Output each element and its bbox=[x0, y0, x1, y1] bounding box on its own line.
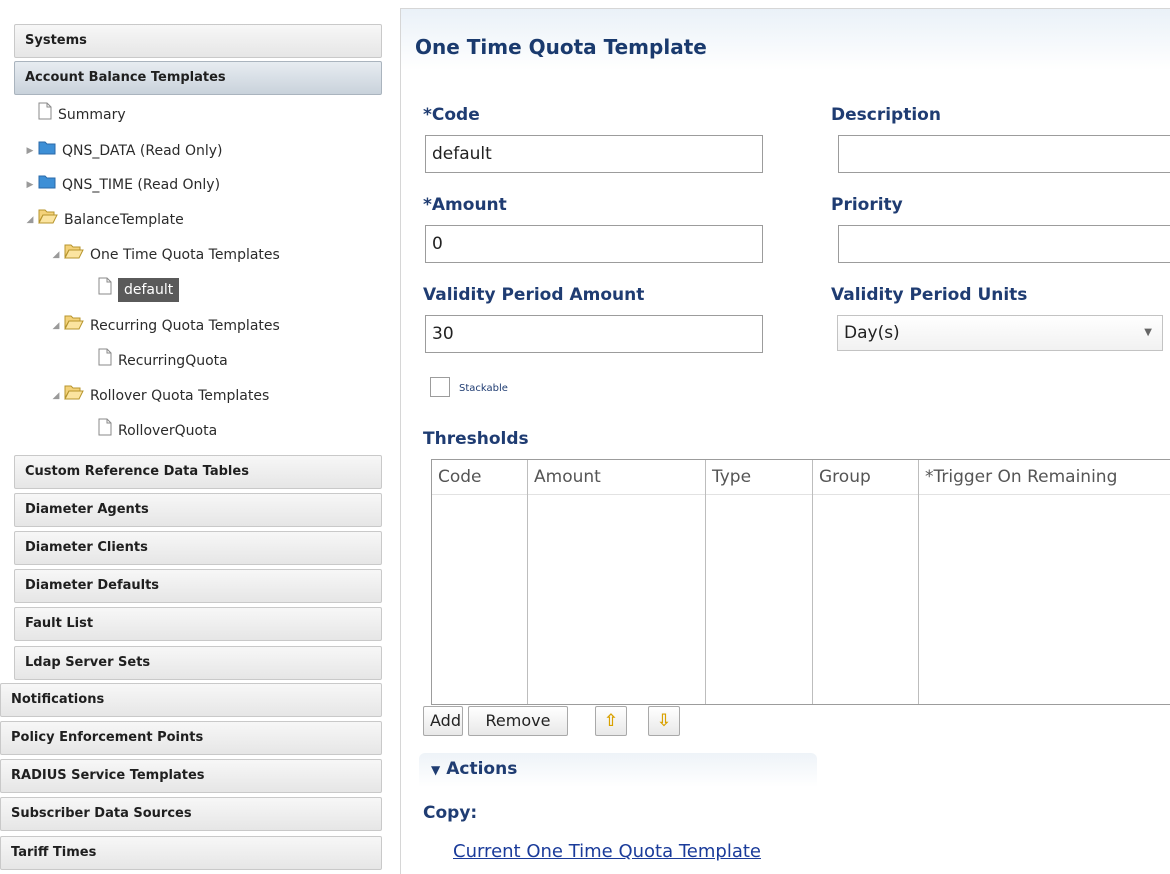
actions-title-text: Actions bbox=[446, 759, 518, 779]
column-header-type[interactable]: Type bbox=[706, 460, 812, 495]
tree-item-label: Summary bbox=[58, 107, 126, 123]
nav-section-ldap-server-sets[interactable]: Ldap Server Sets bbox=[14, 646, 382, 680]
page-title: One Time Quota Template bbox=[415, 35, 707, 59]
add-button[interactable]: Add bbox=[423, 706, 463, 736]
nav-section-fault-list[interactable]: Fault List bbox=[14, 607, 382, 641]
tree-item-label: RecurringQuota bbox=[118, 353, 228, 369]
nav-section-diameter-defaults[interactable]: Diameter Defaults bbox=[14, 569, 382, 603]
expand-arrow-icon[interactable]: ▶ bbox=[24, 138, 36, 164]
nav-section-custom-reference-data-tables[interactable]: Custom Reference Data Tables bbox=[14, 455, 382, 489]
arrow-up-icon: ⇧ bbox=[603, 711, 619, 731]
tree-item-label: QNS_DATA (Read Only) bbox=[62, 143, 223, 159]
validity-period-amount-label: Validity Period Amount bbox=[423, 285, 645, 305]
tree-item-label: RolloverQuota bbox=[118, 423, 218, 439]
code-input[interactable] bbox=[425, 135, 763, 173]
chevron-down-icon[interactable]: ▼ bbox=[1144, 316, 1152, 350]
nav-section-policy-enforcement-points[interactable]: Policy Enforcement Points bbox=[0, 721, 382, 755]
expand-arrow-icon[interactable]: ▶ bbox=[24, 172, 36, 198]
nav-section-notifications[interactable]: Notifications bbox=[0, 683, 382, 717]
tree-item-qns-time[interactable]: ▶ QNS_TIME (Read Only) bbox=[24, 172, 220, 198]
amount-input[interactable] bbox=[425, 225, 763, 263]
grid-column-trigger-on-remaining: *Trigger On Remaining bbox=[919, 460, 1170, 704]
nav-section-diameter-agents[interactable]: Diameter Agents bbox=[14, 493, 382, 527]
grid-column-type: Type bbox=[706, 460, 813, 704]
folder-icon bbox=[38, 172, 56, 198]
tree-item-qns-data[interactable]: ▶ QNS_DATA (Read Only) bbox=[24, 138, 223, 164]
tree-item-rollover-quota-templates[interactable]: ◢ Rollover Quota Templates bbox=[50, 383, 269, 409]
column-header-amount[interactable]: Amount bbox=[528, 460, 705, 495]
tree-item-recurring-quota[interactable]: RecurringQuota bbox=[84, 348, 228, 374]
nav-section-radius-service-templates[interactable]: RADIUS Service Templates bbox=[0, 759, 382, 793]
tree-item-one-time-quota-templates[interactable]: ◢ One Time Quota Templates bbox=[50, 242, 280, 268]
document-icon bbox=[98, 418, 112, 445]
column-header-group[interactable]: Group bbox=[813, 460, 918, 495]
stackable-label: Stackable bbox=[459, 383, 508, 394]
thresholds-label: Thresholds bbox=[423, 429, 529, 449]
title-bar: One Time Quota Template bbox=[401, 9, 1170, 71]
move-down-button[interactable]: ⇩ bbox=[648, 706, 680, 736]
folder-icon bbox=[38, 138, 56, 164]
copy-label: Copy: bbox=[423, 803, 478, 823]
nav-section-subscriber-data-sources[interactable]: Subscriber Data Sources bbox=[0, 797, 382, 831]
document-icon bbox=[98, 348, 112, 375]
nav-section-tariff-times[interactable]: Tariff Times bbox=[0, 836, 382, 870]
code-label: *Code bbox=[423, 105, 480, 125]
select-value: Day(s) bbox=[844, 323, 900, 343]
column-header-code[interactable]: Code bbox=[432, 460, 527, 495]
tree-item-label: BalanceTemplate bbox=[64, 212, 184, 228]
move-up-button[interactable]: ⇧ bbox=[595, 706, 627, 736]
tree-item-recurring-quota-templates[interactable]: ◢ Recurring Quota Templates bbox=[50, 313, 280, 339]
collapse-arrow-icon[interactable]: ◢ bbox=[50, 242, 62, 268]
column-header-trigger-on-remaining[interactable]: *Trigger On Remaining bbox=[919, 460, 1170, 495]
tree-item-label-selected: default bbox=[118, 278, 180, 302]
actions-panel-header[interactable]: ▼ Actions bbox=[419, 753, 817, 787]
description-label: Description bbox=[831, 105, 941, 125]
remove-button[interactable]: Remove bbox=[468, 706, 568, 736]
validity-period-amount-input[interactable] bbox=[425, 315, 763, 353]
open-folder-icon bbox=[64, 313, 84, 339]
open-folder-icon bbox=[64, 242, 84, 268]
tree-item-balance-template[interactable]: ◢ BalanceTemplate bbox=[24, 207, 184, 233]
amount-label: *Amount bbox=[423, 195, 507, 215]
tree-item-label: QNS_TIME (Read Only) bbox=[62, 177, 221, 193]
nav-section-diameter-clients[interactable]: Diameter Clients bbox=[14, 531, 382, 565]
validity-period-units-select[interactable]: Day(s) ▼ bbox=[837, 315, 1163, 351]
nav-section-systems[interactable]: Systems bbox=[14, 24, 382, 58]
grid-column-group: Group bbox=[813, 460, 919, 704]
copy-current-template-link[interactable]: Current One Time Quota Template bbox=[453, 841, 761, 862]
collapse-arrow-icon[interactable]: ◢ bbox=[50, 383, 62, 409]
document-icon bbox=[98, 277, 112, 304]
tree-item-label: Rollover Quota Templates bbox=[90, 388, 270, 404]
priority-input[interactable] bbox=[838, 225, 1170, 263]
tree-item-summary[interactable]: Summary bbox=[24, 102, 126, 128]
collapse-arrow-icon[interactable]: ◢ bbox=[24, 207, 36, 233]
nav-section-account-balance-templates[interactable]: Account Balance Templates bbox=[14, 61, 382, 95]
validity-period-units-label: Validity Period Units bbox=[831, 285, 1028, 305]
grid-column-code: Code bbox=[432, 460, 528, 704]
left-navigation: Systems Account Balance Templates Summar… bbox=[0, 0, 390, 873]
tree-item-label: Recurring Quota Templates bbox=[90, 318, 280, 334]
description-input[interactable] bbox=[838, 135, 1170, 173]
collapse-arrow-icon[interactable]: ◢ bbox=[50, 313, 62, 339]
priority-label: Priority bbox=[831, 195, 903, 215]
detail-pane: One Time Quota Template *Code Descriptio… bbox=[400, 8, 1170, 874]
document-icon bbox=[38, 102, 52, 129]
grid-column-amount: Amount bbox=[528, 460, 706, 704]
thresholds-grid[interactable]: Code Amount Type Group *Trigger On Remai… bbox=[431, 459, 1170, 705]
arrow-down-icon: ⇩ bbox=[656, 711, 672, 731]
open-folder-icon bbox=[38, 207, 58, 233]
open-folder-icon bbox=[64, 383, 84, 409]
stackable-checkbox[interactable] bbox=[430, 377, 450, 397]
caret-down-icon: ▼ bbox=[431, 763, 441, 777]
actions-title: ▼ Actions bbox=[431, 759, 517, 779]
tree-item-default[interactable]: default bbox=[84, 277, 180, 304]
tree-item-rollover-quota[interactable]: RolloverQuota bbox=[84, 418, 217, 444]
tree-item-label: One Time Quota Templates bbox=[90, 247, 280, 263]
